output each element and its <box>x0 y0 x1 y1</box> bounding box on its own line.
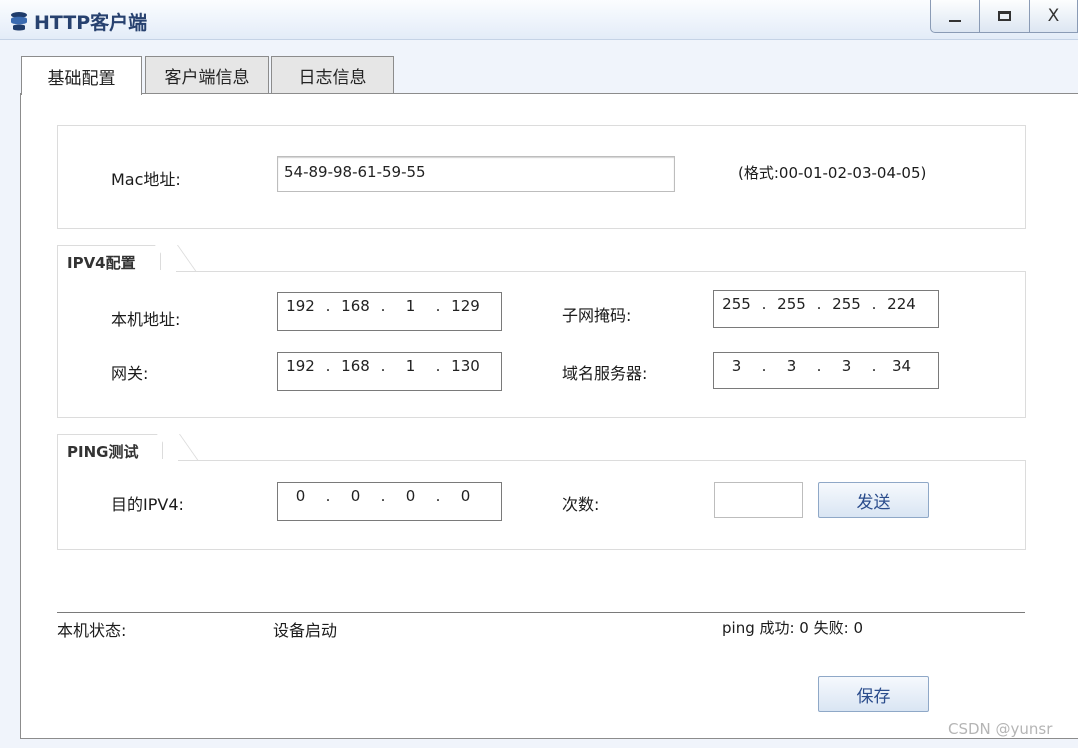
title-bar <box>0 0 1078 40</box>
save-button[interactable]: 保存 <box>818 676 929 712</box>
subnet-mask-label: 子网掩码: <box>562 306 632 325</box>
status-separator <box>57 612 1025 613</box>
close-button[interactable]: X <box>1030 0 1078 33</box>
tab-label: 日志信息 <box>298 68 367 88</box>
close-icon: X <box>1047 6 1060 26</box>
maximize-button[interactable] <box>980 0 1030 33</box>
window-title: HTTP客户端 <box>34 12 148 34</box>
mac-format-hint: (格式:00-01-02-03-04-05) <box>738 164 927 182</box>
minimize-button[interactable] <box>930 0 980 33</box>
status-value: 设备启动 <box>273 621 338 640</box>
ping-result-text: ping 成功: 0 失败: 0 <box>722 619 863 637</box>
ping-group-title: PING测试 <box>57 434 163 461</box>
gateway-input[interactable]: 192. 168. 1. 130 <box>277 352 502 391</box>
host-address-input[interactable]: 192. 168. 1. 129 <box>277 292 502 331</box>
gateway-label: 网关: <box>111 364 149 383</box>
send-button[interactable]: 发送 <box>818 482 929 518</box>
mac-address-input[interactable]: 54-89-98-61-59-55 <box>277 156 675 192</box>
watermark: CSDN @yunsr <box>948 720 1053 738</box>
tab-log-info[interactable]: 日志信息 <box>271 56 394 94</box>
maximize-icon <box>998 11 1011 21</box>
tab-label: 客户端信息 <box>164 68 250 88</box>
host-address-label: 本机地址: <box>111 310 181 329</box>
app-icon <box>11 12 27 31</box>
mac-label: Mac地址: <box>111 170 181 189</box>
ping-count-input[interactable] <box>714 482 803 518</box>
dns-server-label: 域名服务器: <box>562 364 648 383</box>
target-ipv4-input[interactable]: 0. 0. 0. 0 <box>277 482 502 521</box>
ipv4-group-title: IPV4配置 <box>57 245 161 272</box>
subnet-mask-input[interactable]: 255. 255. 255. 224 <box>713 290 939 328</box>
target-ipv4-label: 目的IPV4: <box>111 495 184 514</box>
tab-client-info[interactable]: 客户端信息 <box>145 56 269 94</box>
tab-label: 基础配置 <box>47 68 116 89</box>
ping-count-label: 次数: <box>562 495 600 514</box>
status-label: 本机状态: <box>57 621 127 640</box>
dns-server-input[interactable]: 3. 3. 3. 34 <box>713 352 939 389</box>
tab-basic-config[interactable]: 基础配置 <box>21 56 142 95</box>
minimize-icon <box>949 20 961 22</box>
